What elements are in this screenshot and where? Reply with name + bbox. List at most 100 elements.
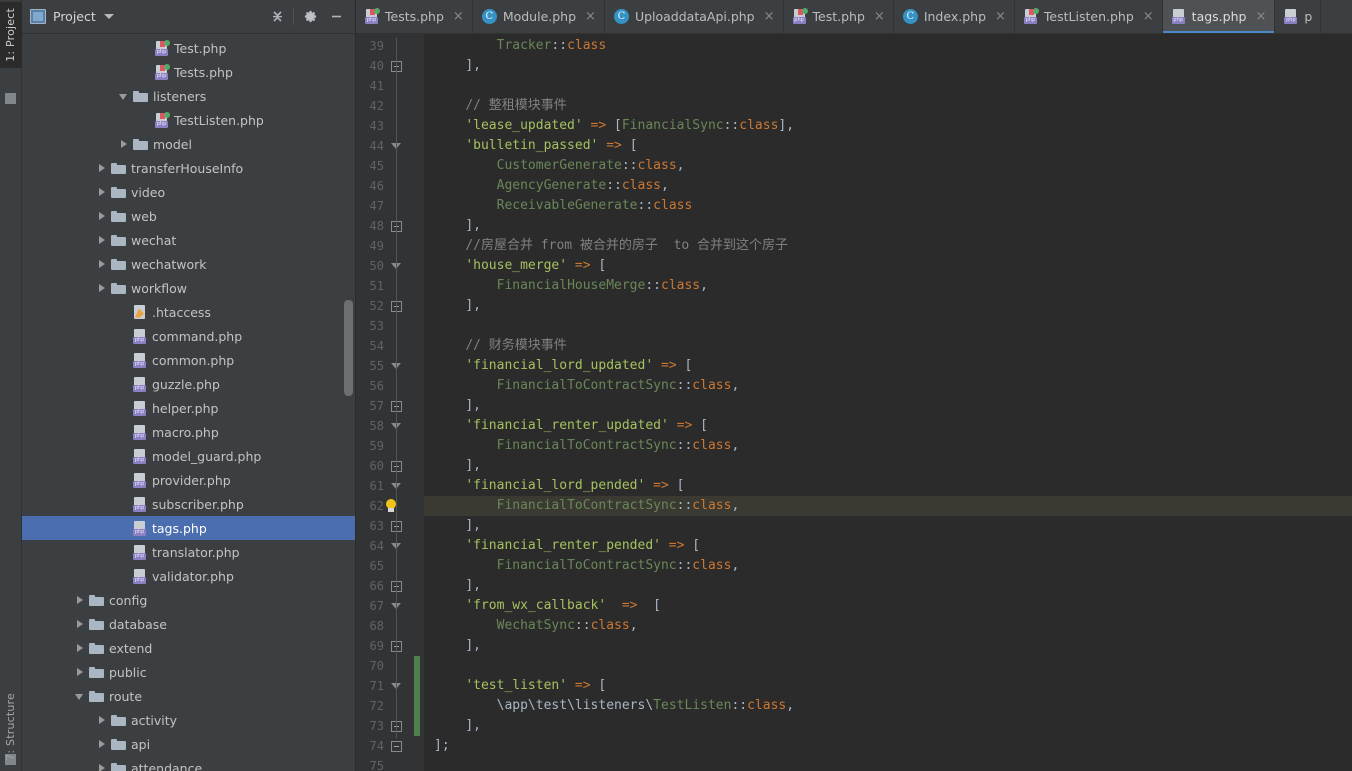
close-icon[interactable]: ×: [453, 10, 464, 23]
tree-item-guzzle-php[interactable]: guzzle.php: [22, 372, 355, 396]
tree-item-public[interactable]: public: [22, 660, 355, 684]
chevron-right-icon[interactable]: [96, 210, 109, 223]
chevron-right-icon[interactable]: [74, 666, 87, 679]
fold-collapse-icon[interactable]: [391, 741, 402, 752]
code-line[interactable]: Tracker::class: [424, 36, 1352, 56]
tree-item-config[interactable]: config: [22, 588, 355, 612]
close-icon[interactable]: ×: [995, 10, 1006, 23]
editor-tab-uploaddataapi-php[interactable]: C UploaddataApi.php ×: [605, 0, 784, 33]
code-line[interactable]: \app\test\listeners\TestListen::class,: [424, 696, 1352, 716]
tree-item-video[interactable]: video: [22, 180, 355, 204]
intention-bulb-icon[interactable]: [384, 499, 398, 513]
code-line[interactable]: 'financial_renter_updated' => [: [424, 416, 1352, 436]
code-line[interactable]: 'financial_lord_pended' => [: [424, 476, 1352, 496]
tree-item-subscriber-php[interactable]: subscriber.php: [22, 492, 355, 516]
code-line[interactable]: ],: [424, 396, 1352, 416]
vcs-change-marker[interactable]: [414, 656, 420, 736]
tree-item--htaccess[interactable]: .htaccess: [22, 300, 355, 324]
editor-tab-tests-php[interactable]: Tests.php ×: [356, 0, 473, 33]
close-icon[interactable]: ×: [585, 10, 596, 23]
settings-button[interactable]: [297, 4, 323, 30]
code-line[interactable]: ],: [424, 716, 1352, 736]
chevron-down-icon[interactable]: [118, 90, 131, 103]
code-line[interactable]: ],: [424, 296, 1352, 316]
tree-item-tags-php[interactable]: tags.php: [22, 516, 355, 540]
editor-tab-module-php[interactable]: C Module.php ×: [473, 0, 605, 33]
chevron-right-icon[interactable]: [74, 642, 87, 655]
chevron-right-icon[interactable]: [96, 714, 109, 727]
editor-tab-tags-php[interactable]: tags.php ×: [1162, 0, 1276, 33]
code-line[interactable]: //房屋合并 from 被合并的房子 to 合并到这个房子: [424, 236, 1352, 256]
tree-item-provider-php[interactable]: provider.php: [22, 468, 355, 492]
code-line[interactable]: [424, 76, 1352, 96]
chevron-down-icon[interactable]: [103, 14, 114, 19]
project-file-tree[interactable]: Test.php Tests.php listeners TestListen.php…: [22, 34, 355, 771]
code-line[interactable]: AgencyGenerate::class,: [424, 176, 1352, 196]
tree-item-model-guard-php[interactable]: model_guard.php: [22, 444, 355, 468]
code-line[interactable]: WechatSync::class,: [424, 616, 1352, 636]
tree-item-activity[interactable]: activity: [22, 708, 355, 732]
editor-gutter[interactable]: 39 40 41 42 43 44 45 46 47 48 49 50 51 52 53 54 55 56 57 58…: [356, 34, 424, 771]
code-line[interactable]: 'test_listen' => [: [424, 676, 1352, 696]
chevron-right-icon[interactable]: [96, 762, 109, 771]
code-line[interactable]: ],: [424, 636, 1352, 656]
editor-tab-p[interactable]: p: [1275, 0, 1322, 33]
tree-item-attendance[interactable]: attendance: [22, 756, 355, 771]
code-line[interactable]: FinancialToContractSync::class,: [424, 376, 1352, 396]
code-line[interactable]: ],: [424, 216, 1352, 236]
tree-item-validator-php[interactable]: validator.php: [22, 564, 355, 588]
chevron-right-icon[interactable]: [74, 594, 87, 607]
chevron-down-icon[interactable]: [74, 690, 87, 703]
editor-tab-index-php[interactable]: C Index.php ×: [894, 0, 1015, 33]
tree-item-testlisten-php[interactable]: TestListen.php: [22, 108, 355, 132]
close-icon[interactable]: ×: [764, 10, 775, 23]
code-line[interactable]: ],: [424, 576, 1352, 596]
close-icon[interactable]: ×: [1255, 10, 1266, 23]
code-line[interactable]: ],: [424, 456, 1352, 476]
code-line[interactable]: 'lease_updated' => [FinancialSync::class…: [424, 116, 1352, 136]
tree-item-route[interactable]: route: [22, 684, 355, 708]
tree-item-command-php[interactable]: command.php: [22, 324, 355, 348]
editor-tab-testlisten-php[interactable]: TestListen.php ×: [1015, 0, 1163, 33]
hide-panel-button[interactable]: [323, 4, 349, 30]
chevron-right-icon[interactable]: [96, 282, 109, 295]
tree-item-translator-php[interactable]: translator.php: [22, 540, 355, 564]
editor-tab-bar[interactable]: Tests.php × C Module.php × C UploaddataApi.php…: [356, 0, 1352, 34]
code-line[interactable]: [424, 316, 1352, 336]
code-line[interactable]: CustomerGenerate::class,: [424, 156, 1352, 176]
code-content[interactable]: Tracker::class ], // 整租模块事件 'lease_updat…: [424, 34, 1352, 771]
collapse-all-button[interactable]: [264, 4, 290, 30]
tree-item-model[interactable]: model: [22, 132, 355, 156]
tree-item-workflow[interactable]: workflow: [22, 276, 355, 300]
tree-item-database[interactable]: database: [22, 612, 355, 636]
tree-item-transferhouseinfo[interactable]: transferHouseInfo: [22, 156, 355, 180]
tree-item-web[interactable]: web: [22, 204, 355, 228]
chevron-right-icon[interactable]: [96, 258, 109, 271]
tree-item-macro-php[interactable]: macro.php: [22, 420, 355, 444]
tree-item-api[interactable]: api: [22, 732, 355, 756]
chevron-right-icon[interactable]: [74, 618, 87, 631]
code-line[interactable]: FinancialToContractSync::class,: [424, 556, 1352, 576]
code-line[interactable]: 'financial_lord_updated' => [: [424, 356, 1352, 376]
code-line[interactable]: FinancialToContractSync::class,: [424, 496, 1352, 516]
tool-window-tab-project[interactable]: 1: Project: [0, 2, 22, 68]
tree-item-test-php[interactable]: Test.php: [22, 36, 355, 60]
chevron-right-icon[interactable]: [96, 186, 109, 199]
code-line[interactable]: 'financial_renter_pended' => [: [424, 536, 1352, 556]
tree-item-helper-php[interactable]: helper.php: [22, 396, 355, 420]
close-icon[interactable]: ×: [1143, 10, 1154, 23]
code-line[interactable]: 'from_wx_callback' => [: [424, 596, 1352, 616]
code-line[interactable]: ],: [424, 516, 1352, 536]
chevron-right-icon[interactable]: [96, 234, 109, 247]
code-line[interactable]: FinancialHouseMerge::class,: [424, 276, 1352, 296]
editor-tab-test-php[interactable]: Test.php ×: [784, 0, 894, 33]
code-line[interactable]: // 整租模块事件: [424, 96, 1352, 116]
code-line[interactable]: // 财务模块事件: [424, 336, 1352, 356]
tree-item-wechatwork[interactable]: wechatwork: [22, 252, 355, 276]
code-line[interactable]: [424, 656, 1352, 676]
tree-item-listeners[interactable]: listeners: [22, 84, 355, 108]
project-tree-scrollbar[interactable]: [344, 300, 353, 396]
code-line[interactable]: ];: [424, 736, 1352, 756]
close-icon[interactable]: ×: [874, 10, 885, 23]
tree-item-extend[interactable]: extend: [22, 636, 355, 660]
